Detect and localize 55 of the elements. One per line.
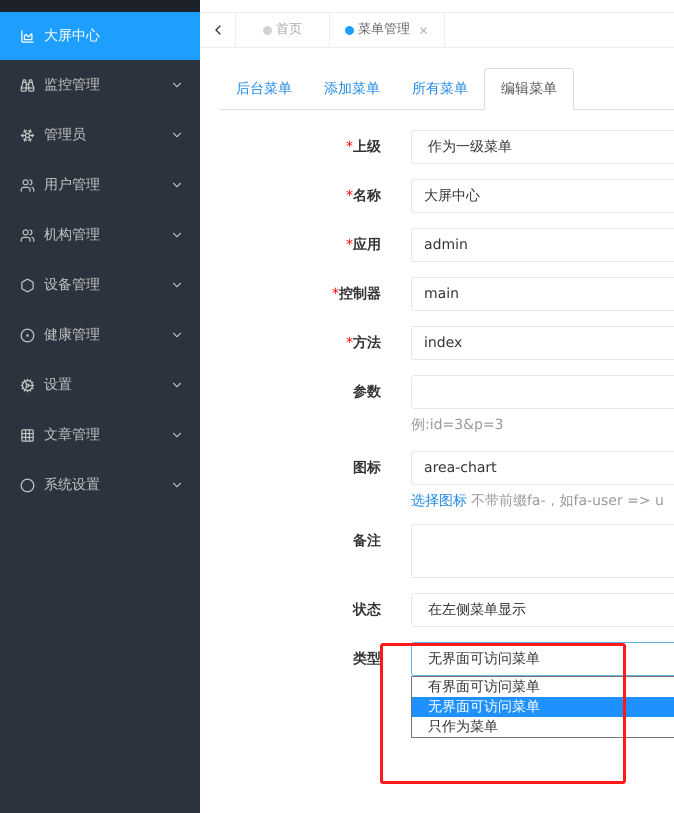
- sidebar-item[interactable]: 监控管理: [0, 60, 200, 110]
- gears-icon: [20, 378, 35, 392]
- field-label: 状态: [353, 600, 381, 620]
- field-label: 类型: [353, 650, 381, 668]
- circle-icon: [20, 478, 35, 492]
- sidebar-item[interactable]: 文章管理: [0, 410, 200, 460]
- required-mark: *: [346, 138, 353, 156]
- field-label: 上级: [353, 138, 381, 156]
- target-icon: [20, 328, 35, 342]
- dropdown-option[interactable]: 有界面可访问菜单: [412, 677, 674, 697]
- input-field[interactable]: 大屏中心: [411, 179, 674, 213]
- select-field[interactable]: 无界面可访问菜单: [411, 642, 674, 676]
- sidebar-item[interactable]: 设置: [0, 360, 200, 410]
- hexagon-icon: [20, 278, 35, 292]
- sidebar-item[interactable]: 健康管理: [0, 310, 200, 360]
- input-field[interactable]: index: [411, 326, 674, 360]
- field-label: 方法: [353, 334, 381, 352]
- input-field[interactable]: admin: [411, 228, 674, 262]
- users-icon: [20, 228, 35, 242]
- choose-icon-link[interactable]: 选择图标: [411, 491, 467, 512]
- required-mark: *: [346, 186, 353, 206]
- dropdown-option[interactable]: 只作为菜单: [412, 717, 674, 737]
- sidebar-item[interactable]: 系统设置: [0, 460, 200, 510]
- binoculars-icon: [20, 78, 35, 92]
- sidebar-item[interactable]: 设备管理: [0, 260, 200, 310]
- field-label: 图标: [353, 458, 381, 478]
- snowflake-icon: [20, 128, 35, 142]
- required-mark: *: [346, 236, 353, 254]
- sidebar-item[interactable]: 用户管理: [0, 160, 200, 210]
- sidebar-item[interactable]: 管理员: [0, 110, 200, 160]
- field-label: 应用: [353, 236, 381, 254]
- close-icon[interactable]: [418, 24, 429, 36]
- content-tab[interactable]: 编辑菜单: [484, 68, 574, 110]
- input-field[interactable]: area-chart: [411, 451, 674, 485]
- select-field[interactable]: 作为一级菜单: [411, 130, 674, 164]
- textarea-field[interactable]: [411, 524, 674, 578]
- content-tab[interactable]: 后台菜单: [220, 68, 308, 110]
- field-label: 备注: [353, 532, 381, 550]
- field-label: 名称: [353, 186, 381, 206]
- area-chart-icon: [20, 28, 35, 44]
- input-field[interactable]: [411, 375, 674, 409]
- content-tab[interactable]: 添加菜单: [308, 68, 396, 110]
- select-field[interactable]: 在左侧菜单显示: [411, 593, 674, 627]
- content-tab[interactable]: 所有菜单: [396, 68, 484, 110]
- input-field[interactable]: main: [411, 277, 674, 311]
- field-label: 参数: [353, 382, 381, 402]
- sidebar-item[interactable]: 机构管理: [0, 210, 200, 260]
- help-text: 不带前缀fa-，如fa-user => u: [471, 492, 664, 511]
- help-text: 例:id=3&p=3: [411, 416, 504, 435]
- required-mark: *: [346, 334, 353, 352]
- grid-icon: [20, 428, 35, 442]
- page-tab[interactable]: 菜单管理: [330, 13, 445, 47]
- field-label: 控制器: [339, 284, 381, 304]
- required-mark: *: [332, 284, 339, 304]
- users-icon: [20, 178, 35, 192]
